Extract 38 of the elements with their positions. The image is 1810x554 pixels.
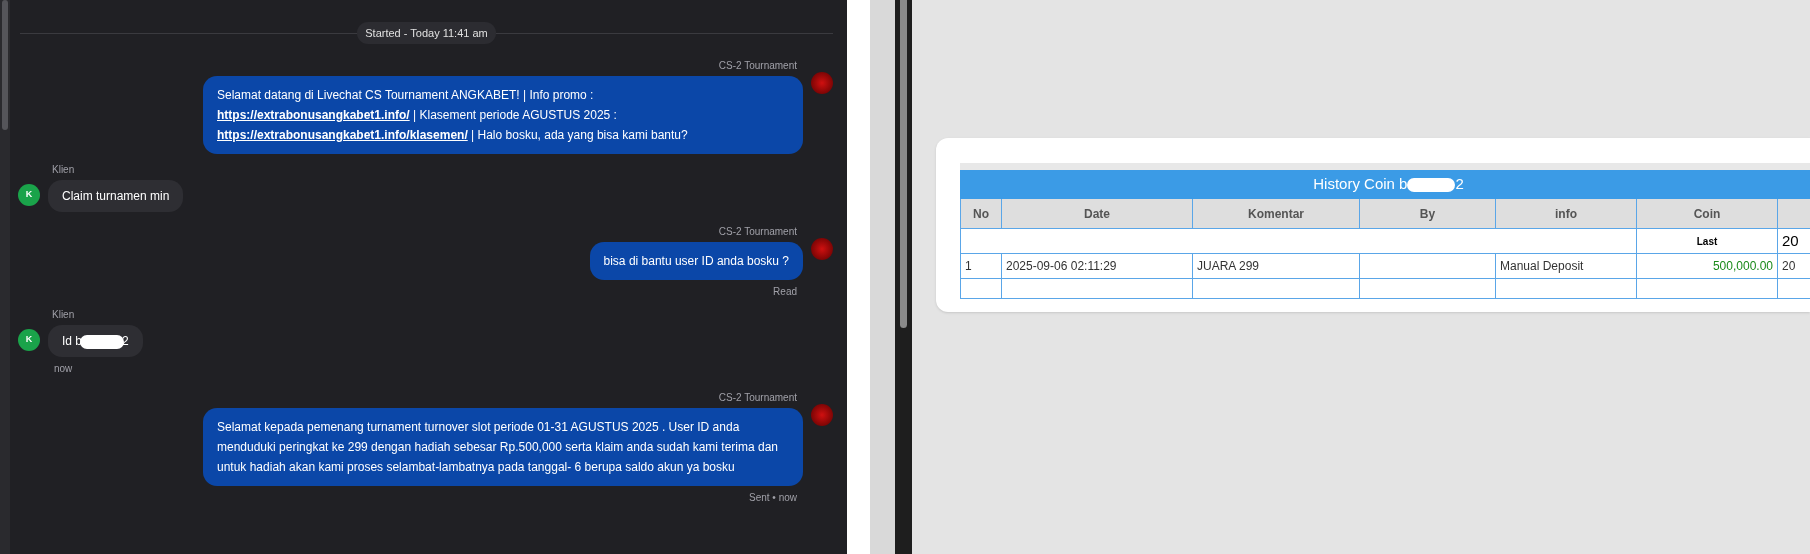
message-text: bisa di bantu user ID anda bosku ? [603, 253, 789, 270]
message-text: Selamat datang di Livechat CS Tournament ANGKABET! | Info promo : https://extrabonusangkabet1.info/ | Klasement periode AGUSTUS 2025 : https://extrabonusangkabet1.info/klasemen/ | Halo bosku, ada yang bisa kami bantu? [217, 87, 689, 144]
link[interactable]: https://extrabonusangkabet1.info/ [217, 108, 410, 122]
table-cell: 2025-09-06 02:11:29 [1001, 253, 1193, 279]
message-status: Read [772, 285, 798, 299]
message-text: Id b [62, 334, 82, 348]
client-avatar: K [18, 184, 40, 206]
sender-name: Klien [51, 163, 76, 177]
agent-avatar-icon [811, 72, 833, 94]
session-start-label: Started - Today 11:41 am [357, 21, 496, 45]
column-header: No [960, 198, 1002, 229]
scrollbar[interactable] [0, 0, 10, 554]
column-header: Coin [1636, 198, 1778, 229]
message-status: Sent • now [748, 491, 798, 505]
column-header: Date [1001, 198, 1193, 229]
agent-avatar-icon [811, 404, 833, 426]
sender-name: CS-2 Tournament [717, 59, 798, 73]
column-header: By [1359, 198, 1496, 229]
table-title: History Coin b 2 [960, 170, 1810, 199]
table-cell: JUARA 299 [1192, 253, 1360, 279]
table-cell: Manual Deposit [1495, 253, 1637, 279]
column-header: info [1495, 198, 1637, 229]
table-cell: Last [1636, 228, 1778, 254]
sender-name: CS-2 Tournament [717, 225, 798, 239]
redaction-mark [80, 334, 124, 349]
column-header: Komentar [1192, 198, 1360, 229]
table-cell: 1 [960, 253, 1002, 279]
scrollbar[interactable] [895, 0, 912, 554]
sender-name: Klien [51, 308, 76, 322]
table-cell: 500,000.00 [1636, 253, 1778, 279]
message-text: Claim turnamen min [62, 189, 170, 203]
message-text: Selamat kepada pemenang turnament turnover slot periode 01-31 AGUSTUS 2025 . User ID anda menduduki peringkat ke 299 dengan hadiah sebesar Rp.500,000 serta klaim anda sudah kami terima dan untuk hadiah akan kami proses selambat-lambatnya pada tanggal- 6 berupa saldo akun ya bosku [217, 419, 780, 476]
message-text: 2 [122, 334, 129, 348]
message-status: now [53, 362, 74, 376]
client-avatar: K [18, 329, 40, 351]
sender-name: CS-2 Tournament [717, 391, 798, 405]
agent-avatar-icon [811, 238, 833, 260]
link[interactable]: https://extrabonusangkabet1.info/klasemen/ [217, 128, 468, 142]
